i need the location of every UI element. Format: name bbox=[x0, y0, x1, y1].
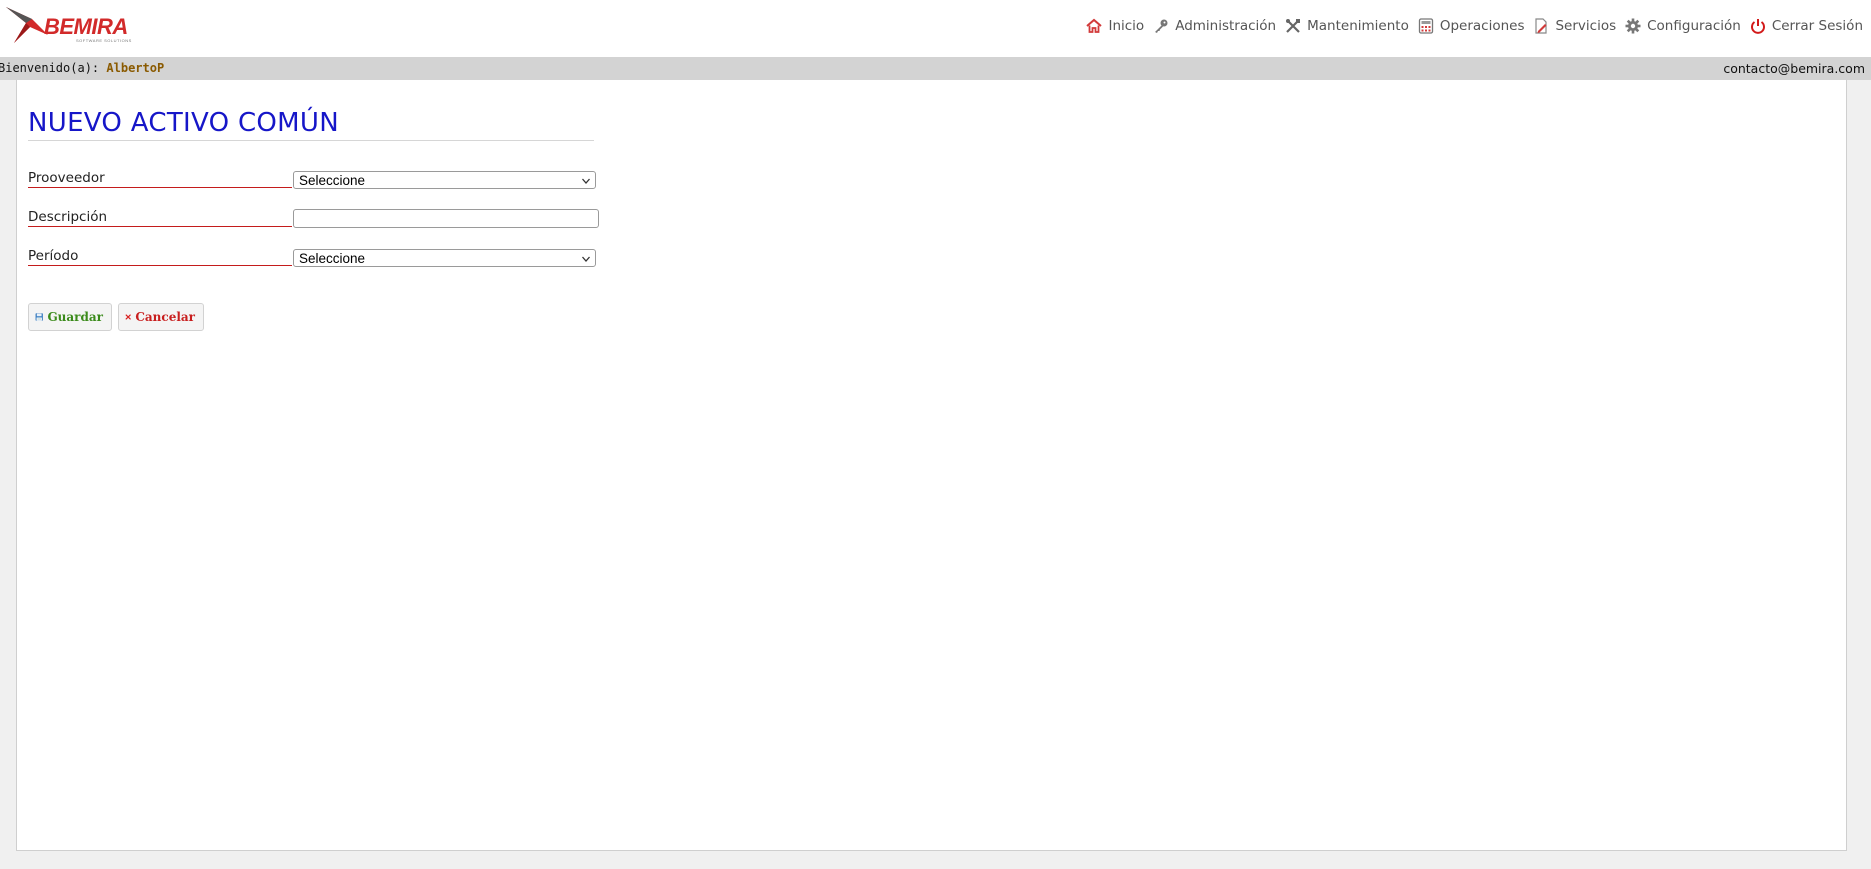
page-title: NUEVO ACTIVO COMÚN bbox=[28, 108, 594, 141]
welcome-username: AlbertoP bbox=[106, 61, 165, 75]
floppy-disk-icon bbox=[35, 313, 43, 321]
gear-icon bbox=[1625, 18, 1641, 34]
nav-label: Inicio bbox=[1108, 18, 1145, 34]
welcome-bar: Bienvenido(a): AlbertoP contacto@bemira.… bbox=[0, 57, 1871, 80]
welcome-prefix: Bienvenido(a): bbox=[0, 61, 100, 75]
cancel-button[interactable]: Cancelar bbox=[118, 303, 204, 331]
chevron-down-icon bbox=[582, 256, 590, 262]
nav-label: Administración bbox=[1175, 18, 1277, 34]
periodo-selected-value: Seleccione bbox=[299, 251, 366, 266]
nav-label: Servicios bbox=[1555, 18, 1617, 34]
proveedor-select[interactable]: Seleccione bbox=[293, 171, 596, 189]
descripcion-input[interactable] bbox=[293, 209, 599, 228]
proveedor-label: Prooveedor bbox=[28, 170, 292, 188]
proveedor-selected-value: Seleccione bbox=[299, 173, 366, 188]
power-icon bbox=[1750, 19, 1765, 34]
welcome-message: Bienvenido(a): AlbertoP bbox=[0, 57, 164, 80]
periodo-label: Período bbox=[28, 248, 292, 266]
logo-text: BEMIRA bbox=[44, 14, 128, 39]
nav-item-mantenimiento[interactable]: Mantenimiento bbox=[1285, 18, 1409, 34]
tools-icon bbox=[1286, 19, 1301, 33]
logo-tagline: SOFTWARE SOLUTIONS bbox=[76, 38, 132, 43]
contact-email[interactable]: contacto@bemira.com bbox=[1723, 57, 1865, 80]
bemira-logo[interactable]: BEMIRA SOFTWARE SOLUTIONS bbox=[4, 5, 136, 45]
content-panel: NUEVO ACTIVO COMÚN Prooveedor Seleccione… bbox=[16, 80, 1847, 851]
save-button[interactable]: Guardar bbox=[28, 303, 112, 331]
nav-item-cerrar-sesion[interactable]: Cerrar Sesión bbox=[1750, 18, 1863, 34]
chevron-down-icon bbox=[582, 178, 590, 184]
nav-label: Configuración bbox=[1647, 18, 1741, 34]
save-button-label: Guardar bbox=[47, 310, 103, 324]
close-icon bbox=[125, 314, 131, 320]
nav-item-inicio[interactable]: Inicio bbox=[1086, 18, 1144, 34]
key-icon bbox=[1155, 19, 1168, 33]
nav-label: Cerrar Sesión bbox=[1771, 18, 1863, 34]
nav-item-operaciones[interactable]: Operaciones bbox=[1418, 18, 1525, 34]
descripcion-label: Descripción bbox=[28, 209, 292, 227]
nav-label: Mantenimiento bbox=[1307, 18, 1409, 34]
top-header: BEMIRA SOFTWARE SOLUTIONS Inicio Adminis… bbox=[0, 0, 1871, 57]
main-nav: Inicio Administración Mantenimiento Oper… bbox=[1086, 16, 1863, 36]
periodo-select[interactable]: Seleccione bbox=[293, 249, 596, 267]
calculator-icon bbox=[1418, 18, 1433, 34]
cancel-button-label: Cancelar bbox=[135, 310, 195, 324]
nav-item-administracion[interactable]: Administración bbox=[1153, 18, 1276, 34]
nav-item-servicios[interactable]: Servicios bbox=[1533, 18, 1616, 34]
nav-label: Operaciones bbox=[1439, 18, 1525, 34]
nav-item-configuracion[interactable]: Configuración bbox=[1625, 18, 1741, 34]
home-icon bbox=[1086, 18, 1103, 33]
edit-document-icon bbox=[1535, 18, 1548, 34]
